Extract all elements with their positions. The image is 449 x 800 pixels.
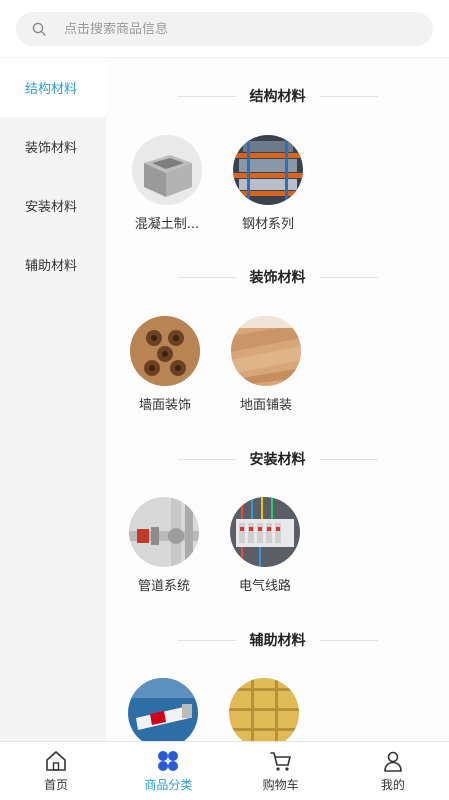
sidebar-item-label: 辅助材料	[25, 259, 78, 274]
product-item[interactable]: 管道系统	[119, 497, 209, 594]
tab-category[interactable]: 商品分类	[112, 742, 224, 800]
product-item[interactable]	[219, 678, 309, 741]
section-title: 安装材料	[106, 447, 449, 471]
product-name: 钢材系列	[241, 217, 294, 232]
product-image	[130, 316, 200, 386]
divider	[319, 458, 378, 460]
section-title: 辅助材料	[106, 628, 449, 652]
search-icon	[32, 22, 46, 36]
section-title-text: 辅助材料	[249, 633, 306, 649]
sidebar-item-auxiliary[interactable]: 辅助材料	[0, 235, 106, 294]
product-image	[229, 678, 299, 741]
section-title: 结构材料	[106, 84, 449, 108]
product-image	[129, 497, 199, 567]
category-icon	[156, 749, 180, 773]
search-bar	[0, 0, 449, 58]
divider	[177, 95, 236, 97]
sidebar-item-installation[interactable]: 安装材料	[0, 176, 106, 235]
divider	[177, 458, 236, 460]
home-icon	[44, 749, 68, 773]
product-item[interactable]: 地面铺装	[221, 316, 311, 413]
section-title-text: 结构材料	[249, 89, 306, 105]
search-input[interactable]	[64, 21, 384, 37]
product-image	[233, 135, 303, 205]
product-name: 管道系统	[137, 579, 190, 594]
search-box[interactable]	[16, 12, 433, 46]
product-name: 墙面装饰	[138, 398, 191, 413]
user-icon	[381, 749, 405, 773]
category-content: 结构材料 混凝土制... 钢材系列 装饰材料 墙面装饰 地面铺装 安装材料 管道…	[106, 58, 449, 741]
divider	[319, 276, 378, 278]
tab-cart[interactable]: 购物车	[225, 742, 337, 800]
bottom-tabbar: 首页 商品分类 购物车 我的	[0, 741, 449, 800]
product-image	[132, 135, 202, 205]
product-name: 混凝土制...	[134, 217, 200, 232]
product-item[interactable]	[118, 678, 208, 741]
category-sidebar: 结构材料 装饰材料 安装材料 辅助材料	[0, 58, 106, 741]
product-image	[128, 678, 198, 741]
cart-icon	[269, 749, 293, 773]
product-image	[230, 497, 300, 567]
product-item[interactable]: 钢材系列	[223, 135, 313, 232]
product-item[interactable]: 墙面装饰	[120, 316, 210, 413]
divider	[319, 95, 378, 97]
tab-profile[interactable]: 我的	[337, 742, 449, 800]
sidebar-item-structural[interactable]: 结构材料	[0, 58, 106, 117]
divider	[319, 639, 378, 641]
product-item[interactable]: 电气线路	[220, 497, 310, 594]
section-title-text: 安装材料	[249, 452, 306, 468]
divider	[177, 639, 236, 641]
tab-home[interactable]: 首页	[0, 742, 112, 800]
product-image	[231, 316, 301, 386]
sidebar-item-label: 装饰材料	[25, 141, 78, 156]
tab-label: 我的	[380, 778, 405, 792]
section-title: 装饰材料	[106, 265, 449, 289]
tab-label: 商品分类	[144, 778, 193, 792]
product-item[interactable]: 混凝土制...	[122, 135, 212, 232]
sidebar-item-decoration[interactable]: 装饰材料	[0, 117, 106, 176]
sidebar-item-label: 结构材料	[25, 82, 78, 97]
divider	[177, 276, 236, 278]
product-name: 地面铺装	[239, 398, 292, 413]
product-name: 电气线路	[238, 579, 291, 594]
tab-label: 购物车	[262, 778, 299, 792]
section-title-text: 装饰材料	[249, 270, 306, 286]
tab-label: 首页	[44, 778, 69, 792]
sidebar-item-label: 安装材料	[25, 200, 78, 215]
